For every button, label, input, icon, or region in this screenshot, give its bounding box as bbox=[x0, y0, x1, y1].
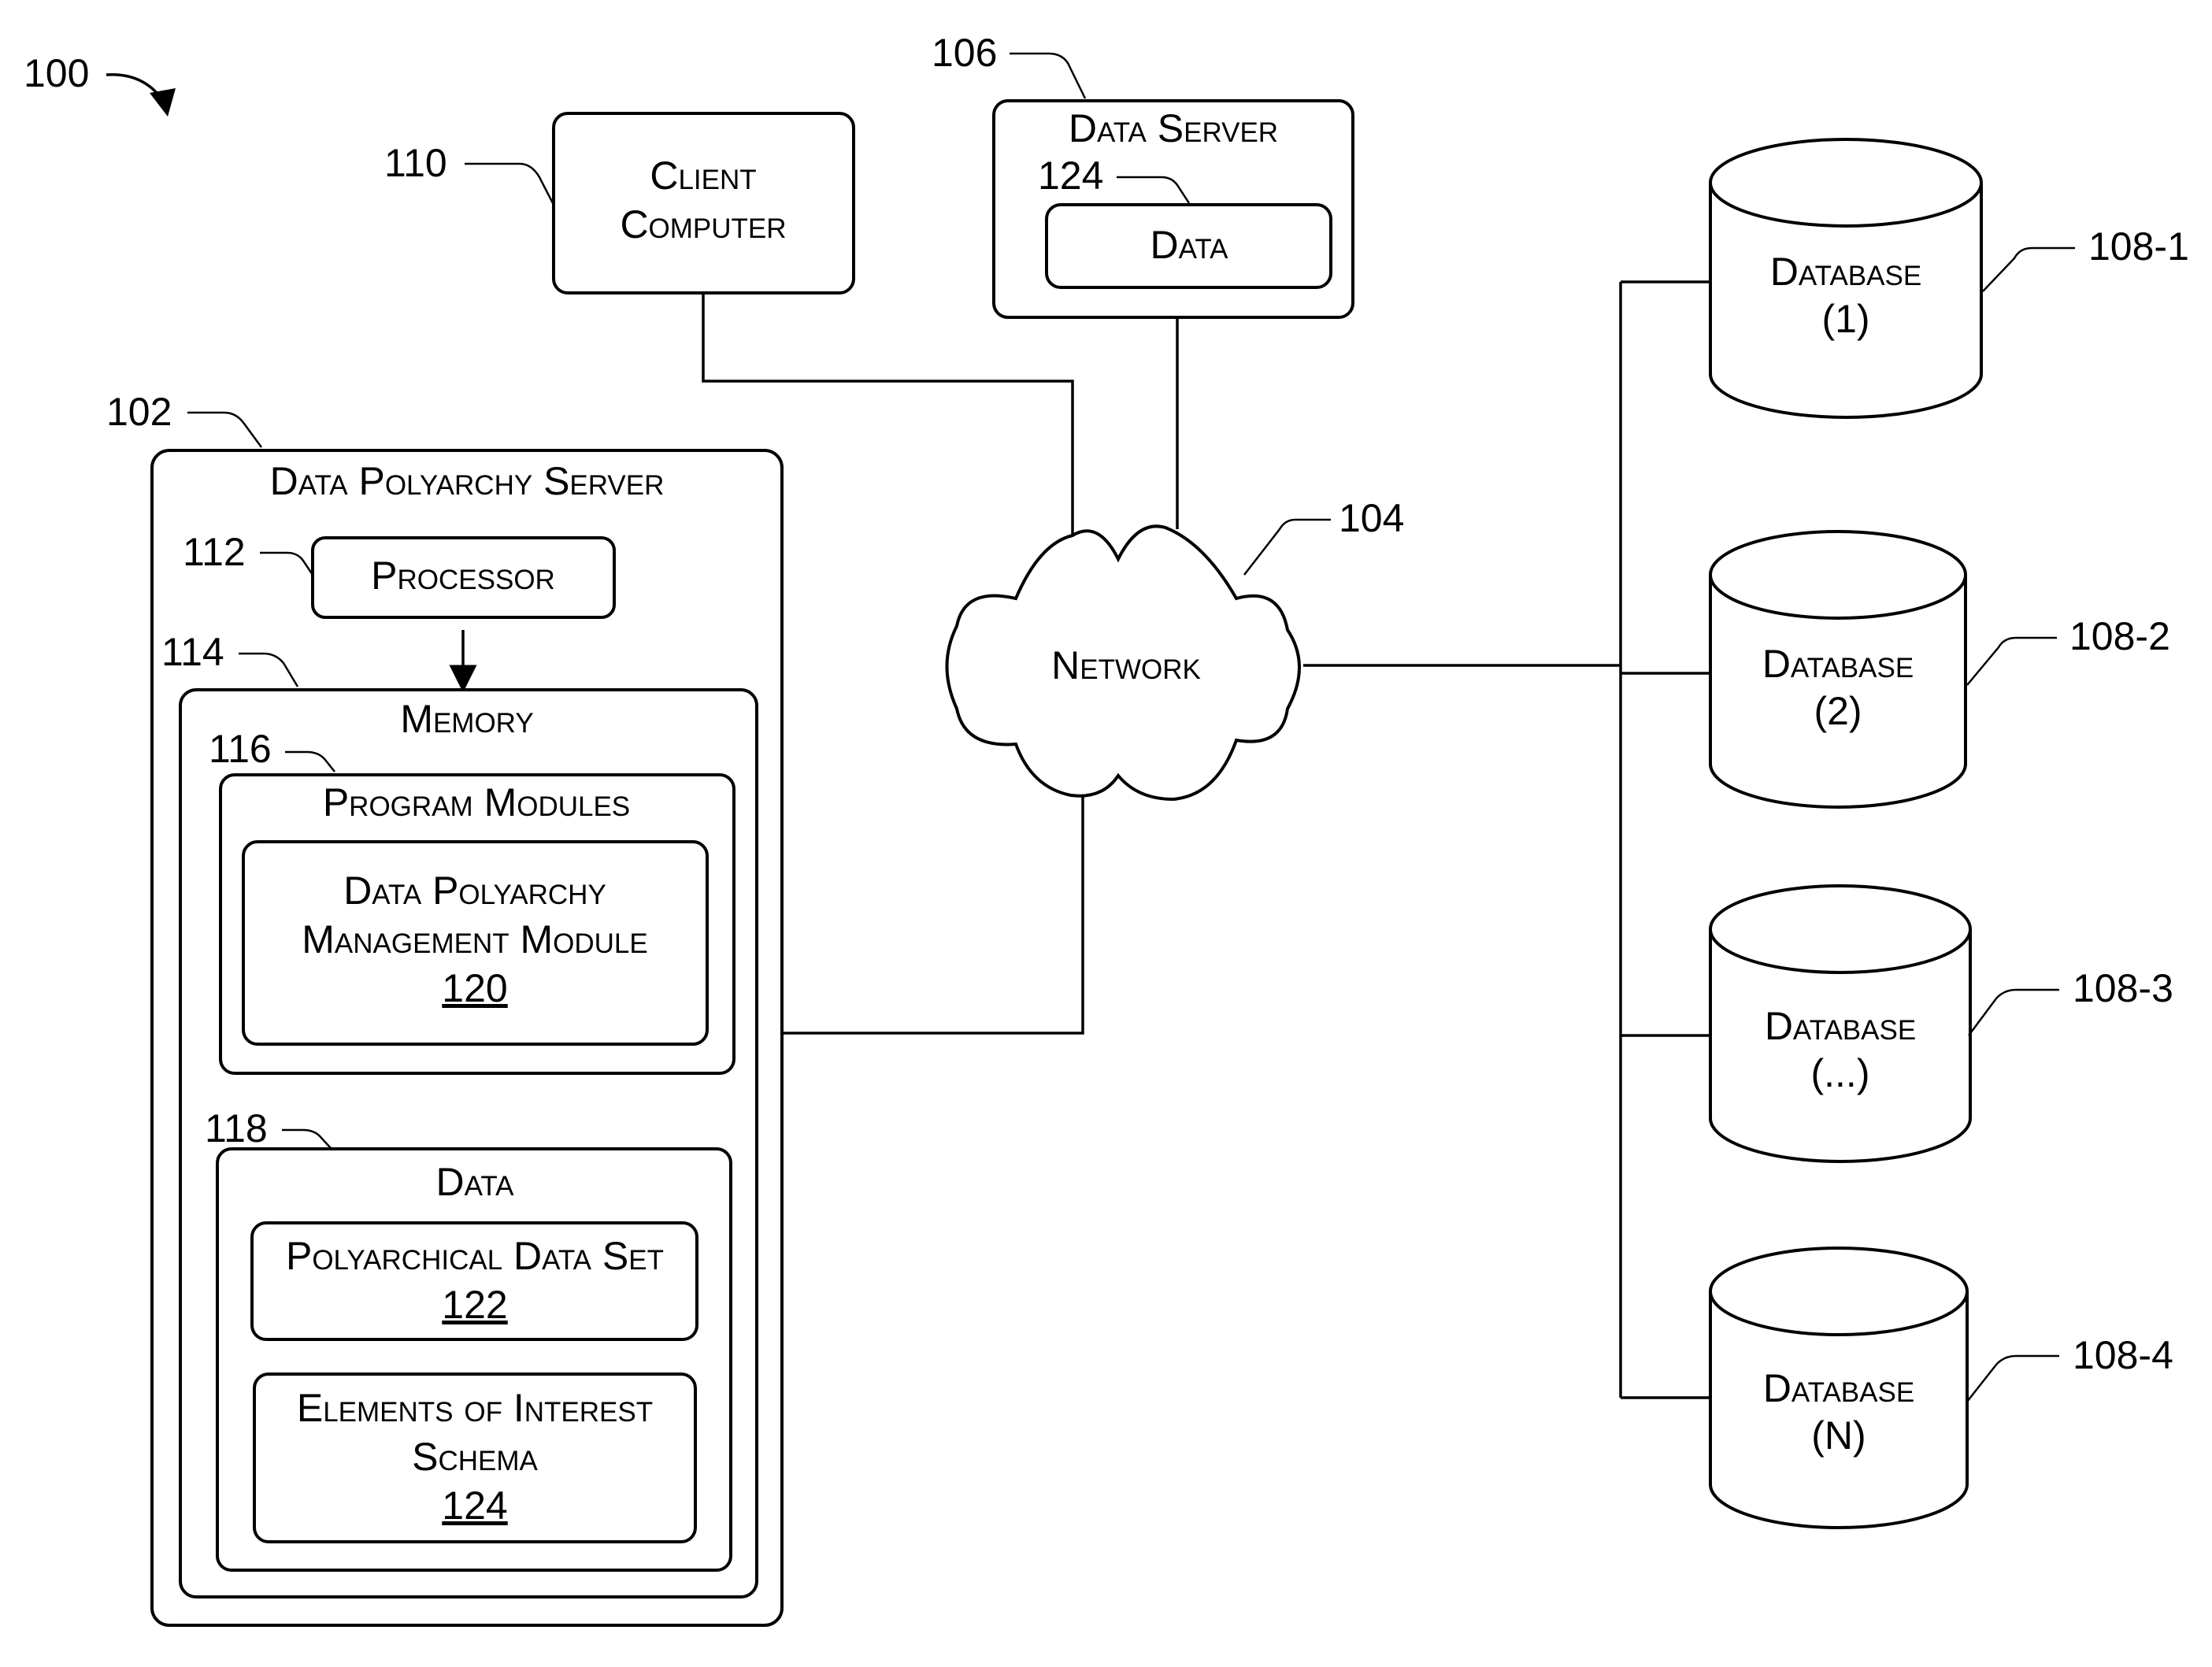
database-2-leader bbox=[1966, 636, 2057, 686]
dp-management-module: Data Polyarchy Management Module 120 bbox=[242, 840, 709, 1046]
figure-ref: 100 bbox=[24, 51, 176, 117]
network-label: Network bbox=[1051, 643, 1201, 687]
database-4-sub: (N) bbox=[1811, 1413, 1866, 1458]
elements-of-interest-num: 124 bbox=[442, 1484, 507, 1528]
processor-label: Processor bbox=[371, 554, 555, 598]
network-leader bbox=[1243, 518, 1331, 576]
dp-server-title: Data Polyarchy Server bbox=[270, 459, 665, 503]
polyarchical-data-set: Polyarchical Data Set 122 bbox=[250, 1221, 698, 1341]
database-3-sub: (...) bbox=[1811, 1051, 1870, 1095]
database-2-sub: (2) bbox=[1814, 689, 1862, 733]
data-server-title: Data Server bbox=[1069, 106, 1278, 150]
database-4: Database (N) 108-4 bbox=[1709, 1247, 2173, 1529]
database-4-label: Database bbox=[1763, 1366, 1914, 1410]
polyarchical-data-set-num: 122 bbox=[442, 1283, 507, 1327]
network-cloud: Network 104 bbox=[945, 496, 1404, 802]
database-4-leader bbox=[1966, 1354, 2059, 1402]
memory-ref: 114 bbox=[161, 630, 224, 674]
memory: Memory 114 Program Modules 116 Data Poly… bbox=[161, 630, 758, 1598]
data-server-leader bbox=[1010, 52, 1087, 99]
database-4-ref: 108-4 bbox=[2073, 1333, 2173, 1377]
memory-data-ref: 118 bbox=[205, 1106, 268, 1150]
polyarchical-data-set-label: Polyarchical Data Set bbox=[286, 1234, 664, 1278]
database-1-ref: 108-1 bbox=[2088, 224, 2189, 269]
database-3-label: Database bbox=[1765, 1004, 1916, 1048]
database-2-label: Database bbox=[1762, 642, 1914, 686]
figure-ref-arrowhead bbox=[150, 88, 176, 117]
dp-management-module-line2: Management Module bbox=[302, 917, 647, 961]
database-3-leader bbox=[1967, 988, 2059, 1036]
client-computer-label-line1: Client bbox=[650, 154, 756, 198]
memory-data-label: Data bbox=[436, 1160, 515, 1204]
database-2: Database (2) 108-2 bbox=[1709, 530, 2170, 809]
client-computer-leader bbox=[465, 162, 555, 206]
figure-ref-label: 100 bbox=[24, 51, 89, 95]
data-server-ref: 106 bbox=[932, 31, 997, 75]
dp-management-module-num: 120 bbox=[442, 966, 507, 1010]
client-computer-ref: 110 bbox=[384, 141, 447, 185]
data-server-data-label: Data bbox=[1150, 223, 1229, 267]
database-3: Database (...) 108-3 bbox=[1709, 884, 2173, 1163]
database-1-label: Database bbox=[1770, 250, 1921, 294]
dp-server-ref: 102 bbox=[106, 390, 172, 434]
memory-label: Memory bbox=[400, 697, 533, 741]
program-modules-label: Program Modules bbox=[323, 780, 630, 824]
database-1-sub: (1) bbox=[1821, 297, 1869, 341]
dp-management-module-line1: Data Polyarchy bbox=[343, 869, 606, 913]
program-modules: Program Modules 116 Data Polyarchy Manag… bbox=[209, 727, 735, 1075]
database-1: Database (1) 108-1 bbox=[1709, 138, 2189, 419]
client-computer: Client Computer 110 bbox=[384, 112, 855, 295]
elements-of-interest-line1: Elements of Interest bbox=[297, 1386, 653, 1430]
memory-data: Data 118 Polyarchical Data Set 122 Eleme… bbox=[205, 1106, 732, 1572]
dpserver-to-network-line bbox=[782, 795, 1084, 1035]
data-server: Data Server Data 124 106 bbox=[932, 31, 1354, 319]
database-1-leader bbox=[1982, 246, 2075, 292]
processor-ref: 112 bbox=[183, 530, 246, 574]
elements-of-interest-schema: Elements of Interest Schema 124 bbox=[253, 1372, 697, 1543]
connections bbox=[702, 280, 1710, 1399]
client-computer-label-line2: Computer bbox=[620, 202, 786, 246]
database-2-ref: 108-2 bbox=[2069, 614, 2170, 658]
dp-server: Data Polyarchy Server 102 Processor 112 … bbox=[106, 390, 784, 1627]
system-diagram: 100 Client Computer 110 Data Server Data… bbox=[24, 31, 2189, 1627]
dp-server-leader bbox=[187, 411, 263, 448]
elements-of-interest-line2: Schema bbox=[412, 1435, 538, 1479]
database-3-ref: 108-3 bbox=[2073, 966, 2173, 1010]
program-modules-ref: 116 bbox=[209, 727, 272, 771]
network-ref: 104 bbox=[1339, 496, 1404, 540]
data-server-data-ref: 124 bbox=[1038, 154, 1103, 198]
